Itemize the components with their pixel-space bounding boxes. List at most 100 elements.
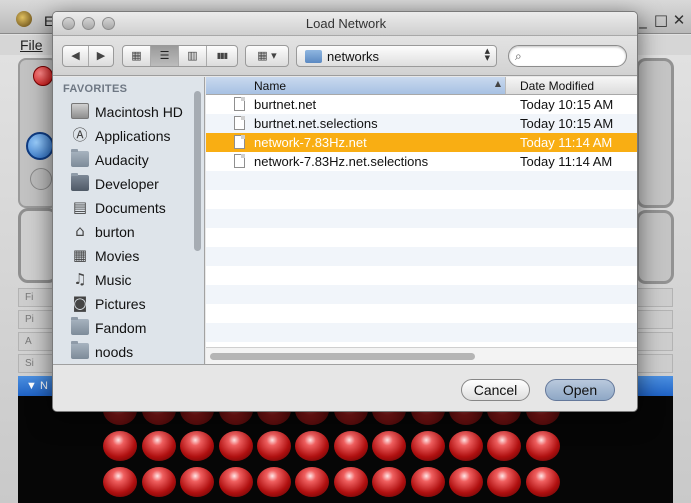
sidebar-item-label: Documents bbox=[95, 200, 166, 216]
file-name: burtnet.net.selections bbox=[254, 116, 378, 131]
close-icon[interactable]: ✕ bbox=[670, 11, 688, 29]
empty-row bbox=[206, 171, 637, 190]
file-date: Today 10:15 AM bbox=[520, 97, 614, 112]
sidebar-item-macintosh-hd[interactable]: Macintosh HD bbox=[53, 100, 203, 124]
led-node bbox=[526, 467, 560, 497]
dialog-toolbar: ◀ ▶ ▦ ☰ ▥ ▮▮▮ ▦ ▾ networks ▲ ▼ ⌕ bbox=[53, 36, 637, 76]
movies-icon: ▦ bbox=[72, 246, 88, 264]
load-network-dialog: Load Network ◀ ▶ ▦ ☰ ▥ ▮▮▮ ▦ ▾ networks … bbox=[52, 11, 638, 412]
forward-button[interactable]: ▶ bbox=[89, 46, 113, 66]
sidebar-item-burton[interactable]: ⌂ burton bbox=[53, 220, 203, 244]
sidebar-item-label: Music bbox=[95, 272, 132, 288]
sidebar: FAVORITES Macintosh HD Ⓐ Applications Au… bbox=[53, 77, 205, 364]
empty-row bbox=[206, 190, 637, 209]
column-header-date-modified[interactable]: Date Modified bbox=[520, 79, 594, 93]
sidebar-item-noods[interactable]: noods bbox=[53, 340, 203, 364]
sidebar-item-label: Fandom bbox=[95, 320, 147, 336]
file-list: Name ▲ Date Modified burtnet.net Today 1… bbox=[206, 77, 637, 364]
led-node bbox=[180, 467, 214, 497]
path-label: networks bbox=[327, 49, 380, 64]
restore-icon[interactable]: □ bbox=[652, 11, 670, 29]
pictures-icon: ◙ bbox=[72, 294, 88, 312]
file-name: burtnet.net bbox=[254, 97, 317, 112]
back-forward-control: ◀ ▶ bbox=[62, 45, 114, 67]
sidebar-item-label: burton bbox=[95, 224, 135, 240]
sidebar-item-fandom[interactable]: Fandom bbox=[53, 316, 203, 340]
led-node bbox=[142, 431, 176, 461]
stop-button[interactable] bbox=[30, 168, 52, 190]
folder-icon bbox=[71, 341, 89, 359]
popup-arrows-icon: ▲ ▼ bbox=[484, 47, 490, 62]
led-node bbox=[449, 467, 483, 497]
folder-icon bbox=[71, 317, 89, 335]
document-icon bbox=[234, 116, 245, 130]
arrange-button[interactable]: ▦ ▾ bbox=[245, 45, 289, 67]
app-logo-icon bbox=[16, 11, 32, 27]
led-node bbox=[487, 431, 521, 461]
icon-view-button[interactable]: ▦ bbox=[123, 46, 151, 66]
applications-icon: Ⓐ bbox=[72, 126, 88, 144]
led-node bbox=[334, 467, 368, 497]
column-view-button[interactable]: ▥ bbox=[179, 46, 207, 66]
search-field[interactable]: ⌕ bbox=[508, 45, 627, 67]
file-date: Today 10:15 AM bbox=[520, 116, 614, 131]
empty-row bbox=[206, 247, 637, 266]
path-popup-button[interactable]: networks ▲ ▼ bbox=[296, 45, 497, 67]
sidebar-item-label: noods bbox=[95, 344, 134, 360]
file-name: network-7.83Hz.net bbox=[254, 135, 367, 150]
empty-row bbox=[206, 228, 637, 247]
led-node bbox=[103, 431, 137, 461]
back-button[interactable]: ◀ bbox=[63, 46, 89, 66]
sort-ascending-icon: ▲ bbox=[494, 79, 501, 88]
cancel-button[interactable]: Cancel bbox=[461, 379, 530, 401]
documents-icon: ▤ bbox=[72, 198, 88, 216]
led-node bbox=[219, 431, 253, 461]
folder-icon bbox=[71, 173, 89, 191]
led-node bbox=[526, 431, 560, 461]
file-date: Today 11:14 AM bbox=[520, 135, 613, 150]
menu-file[interactable]: File bbox=[20, 37, 43, 53]
sidebar-item-movies[interactable]: ▦ Movies bbox=[53, 244, 203, 268]
file-row[interactable]: network-7.83Hz.net.selections Today 11:1… bbox=[206, 152, 637, 171]
horizontal-scrollbar[interactable] bbox=[206, 347, 637, 364]
led-node bbox=[295, 467, 329, 497]
sidebar-item-developer[interactable]: Developer bbox=[53, 172, 203, 196]
list-view-button[interactable]: ☰ bbox=[151, 46, 179, 66]
sidebar-item-documents[interactable]: ▤ Documents bbox=[53, 196, 203, 220]
document-icon bbox=[234, 154, 245, 168]
open-button[interactable]: Open bbox=[545, 379, 615, 401]
sidebar-scrollbar[interactable] bbox=[194, 91, 201, 251]
file-name: network-7.83Hz.net.selections bbox=[254, 154, 429, 169]
empty-row bbox=[206, 209, 637, 228]
sidebar-item-audacity[interactable]: Audacity bbox=[53, 148, 203, 172]
column-header-name[interactable]: Name ▲ bbox=[206, 77, 506, 94]
file-row[interactable]: burtnet.net.selections Today 10:15 AM bbox=[206, 114, 637, 133]
sidebar-heading-favorites: FAVORITES bbox=[63, 83, 128, 95]
sidebar-item-music[interactable]: ♫ Music bbox=[53, 268, 203, 292]
play-button[interactable] bbox=[26, 132, 54, 160]
search-input[interactable] bbox=[531, 48, 621, 64]
led-node bbox=[219, 467, 253, 497]
sidebar-item-label: Audacity bbox=[95, 152, 149, 168]
file-row-selected[interactable]: network-7.83Hz.net Today 11:14 AM bbox=[206, 133, 637, 152]
led-node bbox=[295, 431, 329, 461]
sidebar-item-label: Developer bbox=[95, 176, 159, 192]
right-display-panel bbox=[636, 210, 674, 284]
file-date: Today 11:14 AM bbox=[520, 154, 613, 169]
coverflow-view-button[interactable]: ▮▮▮ bbox=[207, 46, 237, 66]
record-button[interactable] bbox=[33, 66, 53, 86]
list-header: Name ▲ Date Modified bbox=[206, 77, 637, 95]
horizontal-scrollbar-thumb[interactable] bbox=[210, 353, 475, 360]
column-name-label: Name bbox=[254, 79, 287, 93]
sidebar-item-label: Movies bbox=[95, 248, 140, 264]
led-node bbox=[142, 467, 176, 497]
empty-row bbox=[206, 266, 637, 285]
drive-icon bbox=[71, 103, 89, 119]
sidebar-item-pictures[interactable]: ◙ Pictures bbox=[53, 292, 203, 316]
dialog-titlebar: Load Network bbox=[53, 12, 637, 36]
sidebar-item-label: Macintosh HD bbox=[95, 104, 183, 120]
network-section-label: N bbox=[39, 380, 48, 392]
music-icon: ♫ bbox=[73, 270, 87, 288]
file-row[interactable]: burtnet.net Today 10:15 AM bbox=[206, 95, 637, 114]
sidebar-item-applications[interactable]: Ⓐ Applications bbox=[53, 124, 203, 148]
